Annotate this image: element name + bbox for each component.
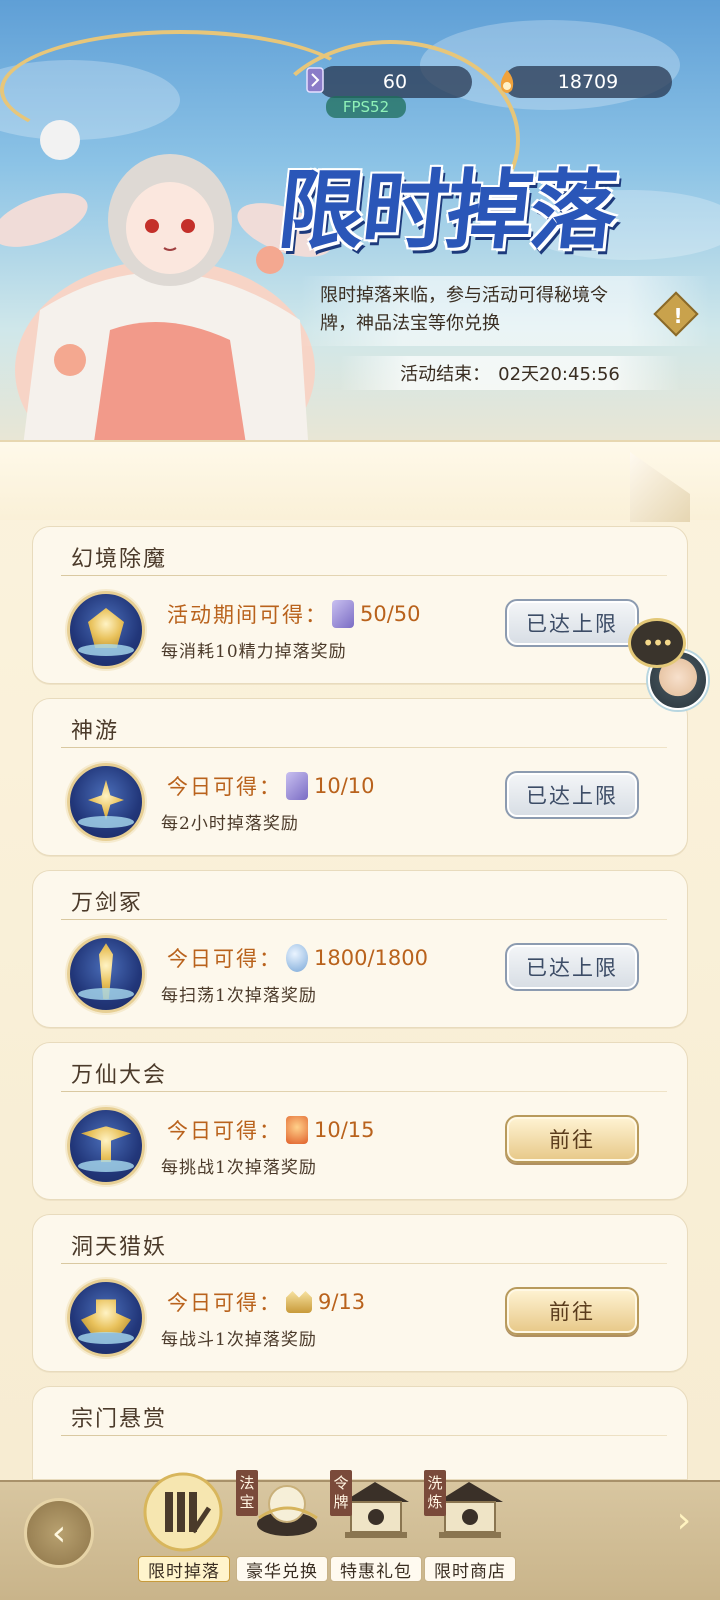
divider <box>61 1435 667 1436</box>
availability-label: 今日可得： <box>167 947 282 971</box>
reward-availability: 今日可得： 1800/1800 <box>167 943 428 973</box>
event-title: 限时掉落 <box>273 160 621 261</box>
tab-label: 限时掉落 <box>138 1556 230 1582</box>
golden-crown-icon <box>286 1291 312 1313</box>
activity-card-sword-tomb: 万剑冢 今日可得： 1800/1800 每扫荡1次掉落奖励 已达上限 <box>32 870 688 1028</box>
limit-reached-button[interactable]: 已达上限 <box>505 771 639 819</box>
activity-title: 万剑冢 <box>71 891 144 916</box>
activity-card-phantom-demon: 幻境除魔 活动期间可得： 50/50 每消耗10精力掉落奖励 已达上限 <box>32 526 688 684</box>
reward-count: 10/15 <box>314 1118 375 1142</box>
tab-label: 特惠礼包 <box>330 1556 422 1582</box>
token-counter[interactable]: 60 <box>318 66 472 98</box>
availability-label: 活动期间可得： <box>167 603 328 627</box>
back-button[interactable]: ‹ <box>24 1498 94 1568</box>
go-button[interactable]: 前往 <box>505 1287 639 1335</box>
panel-header-strip <box>0 440 720 520</box>
token-icon <box>306 67 324 93</box>
reward-count: 10/10 <box>314 774 375 798</box>
event-description: 限时掉落来临，参与活动可得秘境令牌，神品法宝等你兑换 <box>320 285 608 334</box>
drop-rule: 每2小时掉落奖励 <box>161 814 299 834</box>
reward-count: 9/13 <box>318 1290 366 1314</box>
availability-label: 今日可得： <box>167 775 282 799</box>
talisman-icon <box>143 1472 223 1552</box>
reward-availability: 今日可得： 9/13 <box>167 1287 365 1317</box>
tab-label: 限时商店 <box>424 1556 516 1582</box>
activity-title: 万仙大会 <box>71 1063 168 1088</box>
token-count: 60 <box>382 71 408 93</box>
reward-availability: 今日可得： 10/10 <box>167 771 375 801</box>
divider <box>61 575 667 576</box>
info-mark: ! <box>673 304 683 328</box>
crossed-halberds-icon <box>67 1107 145 1185</box>
drop-rule: 每战斗1次掉落奖励 <box>161 1330 317 1350</box>
activity-card-immortal-assembly: 万仙大会 今日可得： 10/15 每挑战1次掉落奖励 前往 <box>32 1042 688 1200</box>
demon-mask-icon <box>67 591 145 669</box>
divider <box>61 1263 667 1264</box>
countdown-label: 活动结束： <box>400 364 491 385</box>
availability-label: 今日可得： <box>167 1119 282 1143</box>
spirit-flame-icon <box>500 70 514 93</box>
sword-icon <box>67 935 145 1013</box>
limit-reached-button[interactable]: 已达上限 <box>505 943 639 991</box>
character-illustration <box>0 120 330 470</box>
drop-rule: 每消耗10精力掉落奖励 <box>161 642 347 662</box>
golden-sun-icon <box>67 763 145 841</box>
tab-tag: 法宝 <box>236 1470 258 1516</box>
limit-reached-button[interactable]: 已达上限 <box>505 599 639 647</box>
drop-rule: 每扫荡1次掉落奖励 <box>161 986 317 1006</box>
reward-count: 1800/1800 <box>314 946 428 970</box>
activity-title: 宗门悬赏 <box>71 1407 168 1432</box>
event-banner: 60 18709 FPS52 限时掉落 限时掉落来临，参与活动可得秘境令牌，神品… <box>0 0 720 470</box>
tab-tag: 令牌 <box>330 1470 352 1516</box>
spirit-count: 18709 <box>557 71 619 93</box>
event-countdown: 活动结束： 02天20:45:56 <box>340 356 680 390</box>
countdown-value: 02天20:45:56 <box>498 364 620 385</box>
divider <box>61 747 667 748</box>
divider <box>61 1091 667 1092</box>
tab-luxury-exchange[interactable]: 法宝 豪华兑换 <box>236 1468 328 1588</box>
reward-count: 50/50 <box>360 602 421 626</box>
tab-label: 豪华兑换 <box>236 1556 328 1582</box>
spirit-counter[interactable]: 18709 <box>504 66 672 98</box>
go-button[interactable]: 前往 <box>505 1115 639 1163</box>
reward-availability: 活动期间可得： 50/50 <box>167 599 421 629</box>
chevron-right-icon[interactable]: › <box>664 1500 704 1541</box>
tab-limited-drop[interactable]: 限时掉落 <box>138 1468 230 1588</box>
activity-card-sect-bounty: 宗门悬赏 <box>32 1386 688 1480</box>
activity-title: 洞天猎妖 <box>71 1235 168 1260</box>
divider <box>61 919 667 920</box>
crystal-egg-icon <box>286 944 308 972</box>
availability-label: 今日可得： <box>167 1291 282 1315</box>
tab-tag: 洗炼 <box>424 1470 446 1516</box>
fire-beast-icon <box>286 1116 308 1144</box>
activity-title: 幻境除魔 <box>71 547 168 572</box>
tab-limited-shop[interactable]: 洗炼 限时商店 <box>424 1468 516 1588</box>
drop-rule: 每挑战1次掉落奖励 <box>161 1158 317 1178</box>
tab-special-gift[interactable]: 令牌 特惠礼包 <box>330 1468 422 1588</box>
activity-card-spirit-travel: 神游 今日可得： 10/10 每2小时掉落奖励 已达上限 <box>32 698 688 856</box>
reward-availability: 今日可得： 10/15 <box>167 1115 375 1145</box>
chat-icon[interactable]: ••• <box>628 618 686 668</box>
activity-card-cave-hunt: 洞天猎妖 今日可得： 9/13 每战斗1次掉落奖励 前往 <box>32 1214 688 1372</box>
back-arrow-icon: ‹ <box>51 1512 67 1554</box>
secret-token-icon <box>286 772 308 800</box>
golden-ship-icon <box>67 1279 145 1357</box>
fps-indicator: FPS52 <box>326 96 406 118</box>
activity-title: 神游 <box>71 719 120 744</box>
secret-token-icon <box>332 600 354 628</box>
